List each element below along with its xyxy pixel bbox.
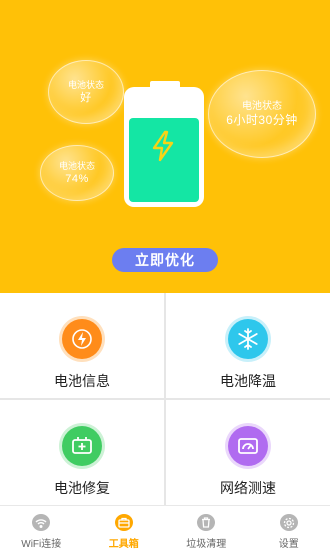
tab-label: WiFi连接 bbox=[21, 539, 62, 550]
tab-label: 工具箱 bbox=[108, 539, 139, 550]
tab-settings[interactable]: 设置 bbox=[248, 506, 330, 550]
battery-time-bubble: 电池状态 6小时30分钟 bbox=[208, 70, 316, 158]
battery-info-tile[interactable]: 电池信息 bbox=[0, 293, 164, 398]
hero-panel: 电池状态 好 电池状态 6小时30分钟 电池状态 74% 立即优化 bbox=[0, 0, 330, 293]
gear-icon bbox=[279, 514, 298, 531]
wifi-icon bbox=[32, 514, 51, 531]
tab-toolbox[interactable]: 工具箱 bbox=[83, 506, 166, 550]
network-speed-tile[interactable]: 网络测速 bbox=[166, 400, 330, 505]
battery-repair-icon bbox=[62, 426, 102, 466]
bottom-tab-bar: WiFi连接 工具箱 垃圾清理 设置 bbox=[0, 505, 330, 550]
bubble-value: 好 bbox=[80, 91, 92, 104]
battery-cooling-tile[interactable]: 电池降温 bbox=[166, 293, 330, 398]
tab-wifi[interactable]: WiFi连接 bbox=[0, 506, 83, 550]
battery-health-bubble: 电池状态 好 bbox=[48, 60, 124, 124]
tile-label: 电池修复 bbox=[54, 480, 110, 496]
bubble-value: 74% bbox=[65, 172, 89, 185]
bubble-title: 电池状态 bbox=[242, 100, 282, 112]
lightning-icon bbox=[152, 130, 174, 162]
tab-junk-clean[interactable]: 垃圾清理 bbox=[165, 506, 248, 550]
battery-percent-bubble: 电池状态 74% bbox=[40, 145, 114, 201]
lightning-icon bbox=[62, 319, 102, 359]
bubble-title: 电池状态 bbox=[58, 160, 95, 171]
tools-grid: 电池信息 电池降温 电池修复 网络测速 bbox=[0, 293, 330, 505]
bubble-value: 6小时30分钟 bbox=[226, 112, 298, 127]
speedometer-icon bbox=[228, 426, 268, 466]
optimize-now-button[interactable]: 立即优化 bbox=[112, 248, 218, 272]
bubble-title: 电池状态 bbox=[67, 79, 104, 90]
battery-repair-tile[interactable]: 电池修复 bbox=[0, 400, 164, 505]
toolbox-icon bbox=[114, 514, 133, 531]
tile-label: 网络测速 bbox=[220, 480, 276, 496]
snowflake-icon bbox=[228, 319, 268, 359]
tab-label: 设置 bbox=[278, 539, 299, 550]
tile-label: 电池降温 bbox=[220, 373, 276, 389]
tile-label: 电池信息 bbox=[54, 373, 110, 389]
tab-label: 垃圾清理 bbox=[186, 539, 227, 550]
trash-icon bbox=[197, 514, 216, 531]
